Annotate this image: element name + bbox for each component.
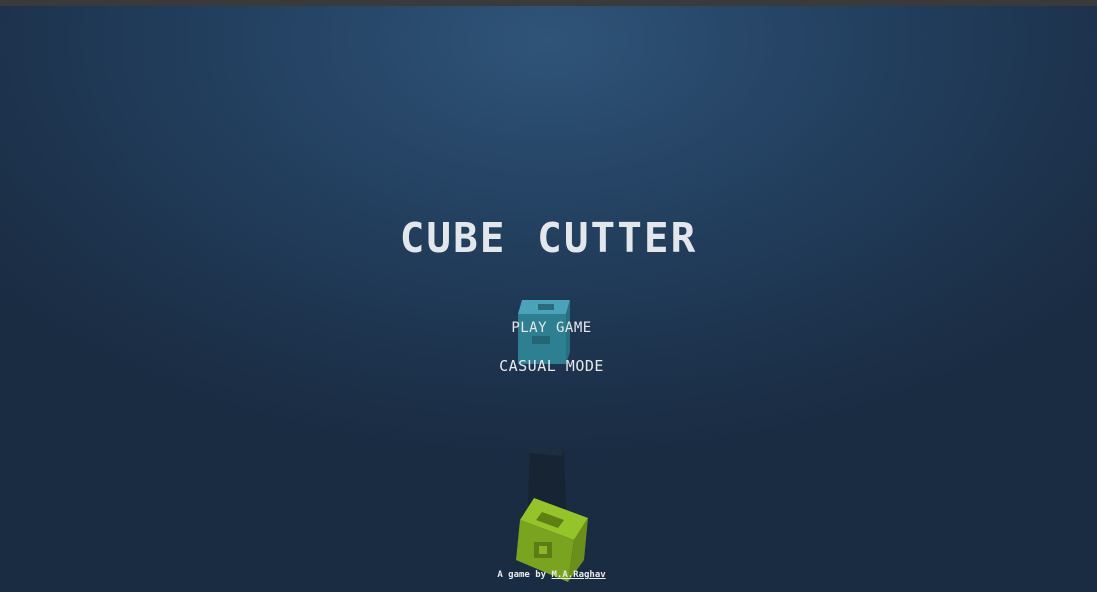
play-game-button[interactable]: PLAY GAME xyxy=(0,320,1097,336)
game-title: CUBE CUTTER xyxy=(399,214,698,262)
window-top-edge xyxy=(0,0,1097,6)
credit-prefix: A game by xyxy=(497,570,552,580)
author-link[interactable]: M.A.Raghav xyxy=(552,570,606,580)
casual-mode-button[interactable]: CASUAL MODE xyxy=(0,357,1097,375)
game-screen: CUBE CUTTER PLAY GAME CASUAL MODE A game… xyxy=(0,0,1097,592)
credit-line: A game by M.A.Raghav xyxy=(0,570,1097,580)
